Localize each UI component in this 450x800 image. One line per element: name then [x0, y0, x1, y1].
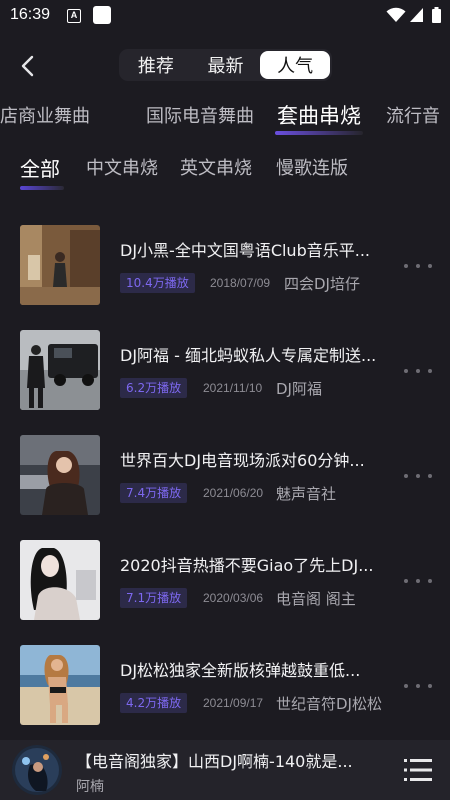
tab-pop[interactable]: 流行音	[386, 102, 440, 128]
segment-popular[interactable]: 人气	[260, 51, 331, 79]
track-row[interactable]: 2020抖音热播不要Giao了先上DJ... 7.1万播放 2020/03/06…	[0, 540, 450, 622]
tab-medley[interactable]: 套曲串烧	[277, 100, 361, 130]
segment-recommend[interactable]: 推荐	[121, 51, 191, 79]
track-row[interactable]: 世界百大DJ电音现场派对60分钟... 7.4万播放 2021/06/20 魅声…	[0, 435, 450, 517]
mini-player[interactable]: 【电音阁独家】山西DJ啊楠-140就是... 阿楠	[0, 740, 450, 800]
track-date: 2018/07/09	[210, 276, 271, 290]
more-options-icon[interactable]	[404, 261, 432, 271]
track-author: DJ阿福	[276, 380, 322, 398]
subtab-english-medley[interactable]: 英文串烧	[180, 154, 252, 180]
track-thumbnail	[20, 330, 100, 410]
tab-club-dance[interactable]: 夜店商业舞曲	[0, 102, 90, 128]
now-playing-artist: 阿楠	[76, 779, 104, 795]
track-author: 世纪音符DJ松松	[276, 695, 382, 713]
wifi-icon	[386, 7, 406, 22]
category-tabs: 夜店商业舞曲 国际电音舞曲 套曲串烧 流行音	[0, 96, 450, 142]
track-title: DJ松松独家全新版核弹越鼓重低...	[120, 661, 361, 680]
subtab-chinese-medley[interactable]: 中文串烧	[86, 154, 158, 180]
track-title: 世界百大DJ电音现场派对60分钟...	[120, 451, 365, 470]
track-title: DJ阿福 - 缅北蚂蚁私人专属定制送...	[120, 346, 377, 365]
tab-intl-edm[interactable]: 国际电音舞曲	[146, 102, 254, 128]
track-date: 2020/03/06	[203, 591, 264, 605]
track-date: 2021/11/10	[203, 381, 263, 395]
play-count-badge: 7.4万播放	[120, 483, 188, 503]
signal-icon	[410, 8, 423, 22]
status-time: 16:39	[10, 6, 51, 23]
battery-icon	[432, 7, 441, 23]
track-thumbnail	[20, 645, 100, 725]
subtab-all[interactable]: 全部	[20, 153, 60, 182]
category-tab-indicator	[275, 131, 363, 135]
segment-latest[interactable]: 最新	[191, 51, 261, 79]
more-options-icon[interactable]	[404, 681, 432, 691]
track-thumbnail	[20, 435, 100, 515]
track-author: 电音阁 阁主	[276, 590, 356, 608]
track-author: 四会DJ培仔	[284, 275, 360, 293]
now-playing-title: 【电音阁独家】山西DJ啊楠-140就是...	[76, 752, 353, 771]
track-date: 2021/09/17	[203, 696, 264, 710]
more-options-icon[interactable]	[404, 576, 432, 586]
status-bar: 16:39 A	[0, 0, 450, 32]
app-notification-icon	[93, 6, 111, 24]
play-count-badge: 4.2万播放	[120, 693, 188, 713]
more-options-icon[interactable]	[404, 471, 432, 481]
more-options-icon[interactable]	[404, 366, 432, 376]
play-count-badge: 7.1万播放	[120, 588, 188, 608]
track-thumbnail	[20, 540, 100, 620]
track-author: 魅声音社	[276, 485, 337, 503]
track-thumbnail	[20, 225, 100, 305]
subtab-indicator	[20, 186, 64, 190]
now-playing-cover	[12, 745, 62, 795]
back-button[interactable]	[12, 50, 44, 82]
track-row[interactable]: DJ小黑-全中文国粤语Club音乐平... 10.4万播放 2018/07/09…	[0, 225, 450, 307]
track-title: DJ小黑-全中文国粤语Club音乐平...	[120, 241, 370, 260]
play-count-badge: 10.4万播放	[120, 273, 195, 293]
a-notification-icon: A	[67, 9, 81, 23]
track-row[interactable]: DJ松松独家全新版核弹越鼓重低... 4.2万播放 2021/09/17 世纪音…	[0, 645, 450, 727]
track-row[interactable]: DJ阿福 - 缅北蚂蚁私人专属定制送... 6.2万播放 2021/11/10 …	[0, 330, 450, 412]
play-count-badge: 6.2万播放	[120, 378, 188, 398]
track-date: 2021/06/20	[203, 486, 264, 500]
playlist-icon[interactable]	[404, 757, 432, 783]
ranking-segmented-control: 推荐 最新 人气	[119, 49, 332, 81]
subtab-slow-songs[interactable]: 慢歌连版	[276, 154, 348, 180]
track-title: 2020抖音热播不要Giao了先上DJ...	[120, 556, 374, 575]
